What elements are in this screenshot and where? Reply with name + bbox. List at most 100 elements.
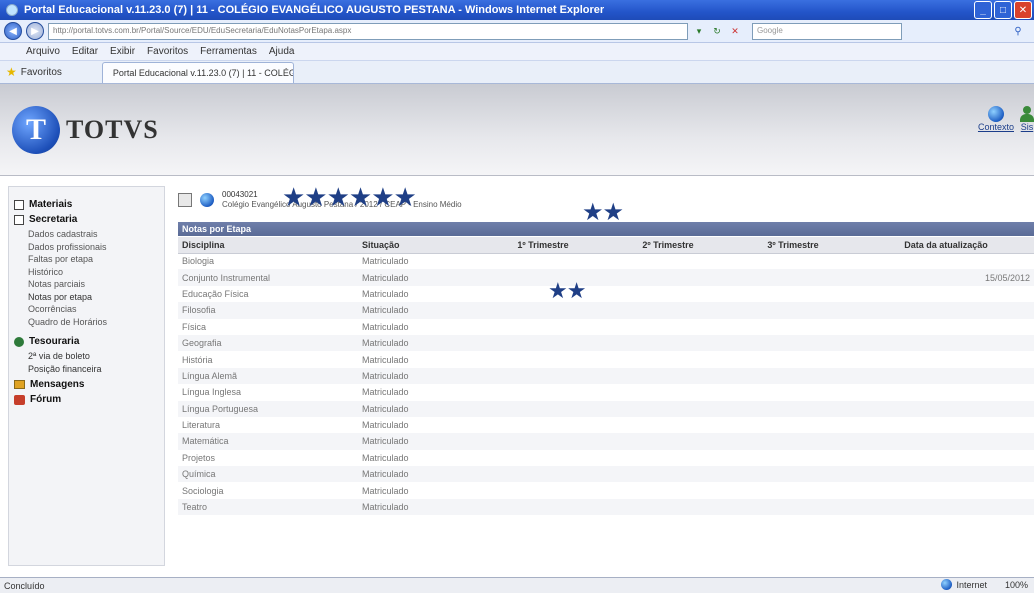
col-trimestre-2[interactable]: 2º Trimestre xyxy=(608,237,728,254)
menu-arquivo[interactable]: Arquivo xyxy=(26,46,60,57)
sidebar-item-faltas-por-etapa[interactable]: Faltas por etapa xyxy=(14,253,159,266)
zoom-level[interactable]: 100% xyxy=(1005,580,1028,590)
table-cell xyxy=(728,302,858,319)
section-title: Notas por Etapa xyxy=(178,222,1034,236)
table-cell: Língua Inglesa xyxy=(182,387,242,398)
menu-ajuda[interactable]: Ajuda xyxy=(269,46,295,57)
table-row: Conjunto Instrumental Matriculado 15/05/20… xyxy=(178,269,1034,286)
table-cell xyxy=(728,466,858,483)
sidebar-section-tesouraria[interactable]: Tesouraria xyxy=(14,336,159,347)
section-label: Secretaria xyxy=(29,214,78,225)
table-cell: Matriculado xyxy=(362,452,409,463)
table-cell: Conjunto Instrumental xyxy=(178,269,358,286)
table-cell: Matriculado xyxy=(362,485,409,496)
sidebar-section-secretaria[interactable]: Secretaria xyxy=(14,214,159,225)
globe-icon xyxy=(941,579,953,590)
sidebar-item-notas-parciais[interactable]: Notas parciais xyxy=(14,278,159,291)
table-cell xyxy=(478,384,608,400)
table-cell xyxy=(858,253,1034,269)
back-button[interactable]: ◀ xyxy=(4,22,22,40)
col-data-atualizacao[interactable]: Data da atualização xyxy=(858,237,1034,254)
table-cell xyxy=(858,319,1034,335)
table-cell: Biologia xyxy=(182,256,215,267)
table-cell xyxy=(608,269,728,286)
table-cell: Química xyxy=(178,466,358,483)
sidebar-item-quadro-horarios[interactable]: Quadro de Horários xyxy=(14,316,159,329)
forward-button[interactable]: ▶ xyxy=(26,22,44,40)
table-cell xyxy=(858,400,1034,417)
section-label: Fórum xyxy=(30,394,62,405)
sidebar-item-ocorrencias[interactable]: Ocorrências xyxy=(14,303,159,316)
table-cell xyxy=(478,417,608,433)
sidebar-item-dados-profissionais[interactable]: Dados profissionais xyxy=(14,241,159,254)
table-cell: Matriculado xyxy=(362,288,409,299)
zone-indicator[interactable]: Internet xyxy=(941,579,987,590)
menu-favoritos[interactable]: Favoritos xyxy=(147,46,188,57)
browser-tab[interactable]: Portal Educacional v.11.23.0 (7) | 11 - … xyxy=(101,61,294,83)
close-button[interactable]: ✕ xyxy=(1014,1,1032,19)
table-cell xyxy=(728,269,858,286)
table-cell: Matriculado xyxy=(358,433,478,450)
table-row: Língua Alemã Matriculado xyxy=(178,367,1034,385)
search-input[interactable]: Google xyxy=(752,22,902,40)
tab-title: Portal Educacional v.11.23.0 (7) | 11 - … xyxy=(112,67,293,78)
table-cell xyxy=(478,367,608,385)
sidebar-item-posicao-financeira[interactable]: Posição financeira xyxy=(14,363,159,376)
table-cell xyxy=(608,286,728,302)
table-cell xyxy=(858,334,1034,352)
table-cell xyxy=(608,498,728,516)
table-cell xyxy=(858,417,1034,433)
favorites-star-icon: ★ xyxy=(6,65,17,79)
sidebar-item-historico[interactable]: Histórico xyxy=(14,266,159,279)
window-controls: _ □ ✕ xyxy=(974,1,1032,19)
envelope-icon xyxy=(14,380,25,389)
sidebar-item-dados-cadastrais[interactable]: Dados cadastrais xyxy=(14,228,159,241)
table-cell xyxy=(608,319,728,335)
table-cell xyxy=(608,384,728,400)
table-row: Física Matriculado xyxy=(178,319,1034,335)
sidebar-item-notas-por-etapa[interactable]: Notas por etapa xyxy=(14,291,159,304)
col-trimestre-1[interactable]: 1º Trimestre xyxy=(478,237,608,254)
table-cell xyxy=(608,367,728,385)
table-cell xyxy=(858,482,1034,498)
sidebar-section-materiais[interactable]: Materiais xyxy=(14,199,159,210)
expand-button[interactable] xyxy=(178,193,192,207)
menu-ferramentas[interactable]: Ferramentas xyxy=(200,46,257,57)
stop-icon[interactable]: ✕ xyxy=(728,24,742,38)
zone-label: Internet xyxy=(956,579,987,590)
menu-exibir[interactable]: Exibir xyxy=(110,46,135,57)
col-situacao[interactable]: Situação xyxy=(358,237,478,254)
table-row: Educação Física Matriculado xyxy=(178,286,1034,302)
col-disciplina[interactable]: Disciplina xyxy=(178,237,358,254)
table-cell xyxy=(728,319,858,335)
table-cell xyxy=(478,450,608,466)
table-cell: Matriculado xyxy=(362,420,409,431)
folder-icon xyxy=(14,214,24,225)
refresh-icon[interactable]: ↻ xyxy=(710,24,724,38)
minimize-button[interactable]: _ xyxy=(974,1,992,19)
sidebar-item-segunda-via-boleto[interactable]: 2ª via de boleto xyxy=(14,350,159,363)
address-tools: ▾ ↻ ✕ xyxy=(692,24,742,38)
section-label: Tesouraria xyxy=(29,336,80,347)
section-label: Materiais xyxy=(29,199,73,210)
table-cell xyxy=(478,319,608,335)
table-cell xyxy=(608,433,728,450)
menu-editar[interactable]: Editar xyxy=(72,46,98,57)
address-input[interactable]: http://portal.totvs.com.br/Portal/Source… xyxy=(48,22,688,40)
table-cell: Matriculado xyxy=(358,269,478,286)
search-icon[interactable]: ⚲ xyxy=(1008,23,1028,39)
globe-icon xyxy=(987,106,1004,122)
col-trimestre-3[interactable]: 3º Trimestre xyxy=(728,237,858,254)
sistema-link[interactable]: Sis xyxy=(1020,106,1034,132)
sidebar-section-mensagens[interactable]: Mensagens xyxy=(14,379,159,390)
sidebar-section-forum[interactable]: Fórum xyxy=(14,394,159,405)
dropdown-icon[interactable]: ▾ xyxy=(692,24,706,38)
table-cell xyxy=(728,400,858,417)
favorites-button[interactable]: ★ Favoritos xyxy=(6,65,62,79)
table-cell: Sociologia xyxy=(182,485,224,496)
table-cell xyxy=(608,417,728,433)
table-cell xyxy=(728,498,858,516)
contexto-link[interactable]: Contexto xyxy=(978,106,1014,132)
table-cell xyxy=(478,498,608,516)
maximize-button[interactable]: □ xyxy=(994,1,1012,19)
